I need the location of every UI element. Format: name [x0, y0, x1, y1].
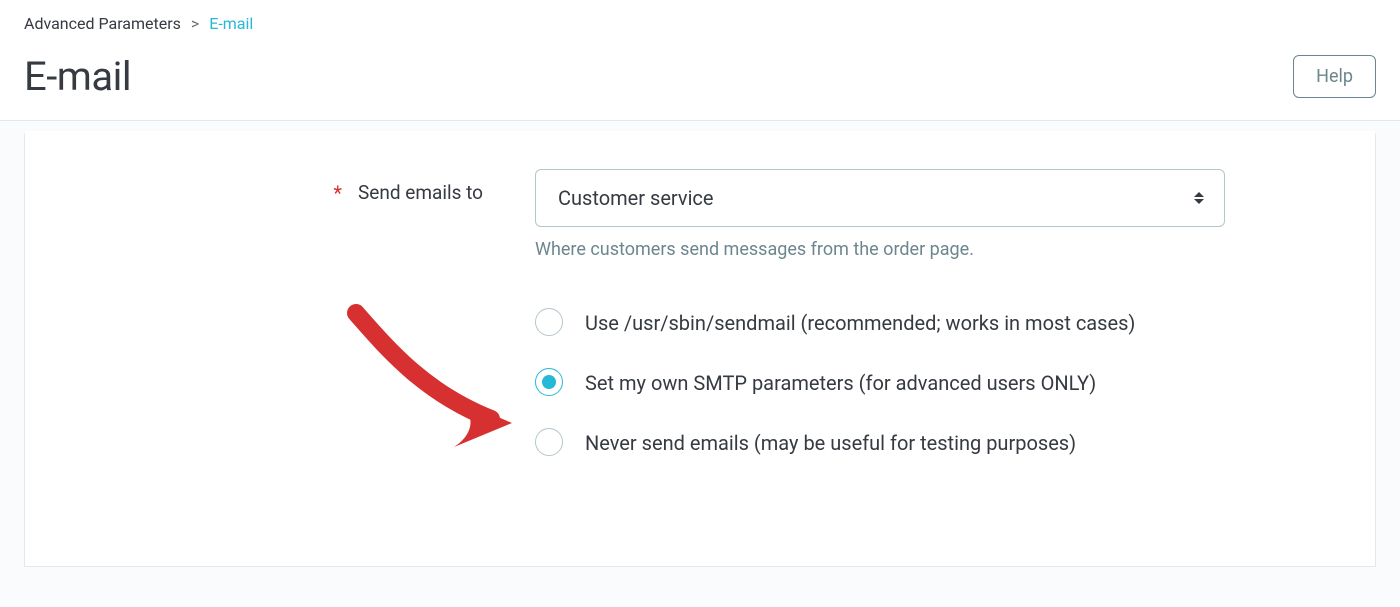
breadcrumb-current: E-mail [209, 14, 253, 33]
radio-icon [535, 428, 563, 456]
label-column: * Send emails to [65, 169, 535, 204]
mail-method-radio-group: Use /usr/sbin/sendmail (recommended; wor… [535, 308, 1235, 488]
page-header: Advanced Parameters > E-mail E-mail Help [0, 0, 1400, 121]
radio-label: Never send emails (may be useful for tes… [585, 428, 1076, 458]
page-title: E-mail [24, 53, 131, 100]
breadcrumb-parent[interactable]: Advanced Parameters [24, 14, 181, 33]
required-asterisk: * [333, 183, 342, 203]
radio-label: Set my own SMTP parameters (for advanced… [585, 368, 1096, 398]
send-emails-row: * Send emails to Customer service Where … [65, 169, 1335, 260]
send-emails-label: Send emails to [358, 181, 483, 204]
select-value: Customer service [558, 186, 714, 210]
breadcrumb-separator: > [191, 14, 199, 33]
mail-method-row: Use /usr/sbin/sendmail (recommended; wor… [65, 308, 1335, 488]
select-caret-icon [1194, 189, 1206, 207]
radio-icon-selected [535, 368, 563, 396]
title-row: E-mail Help [24, 53, 1376, 100]
radio-never[interactable]: Never send emails (may be useful for tes… [535, 428, 1235, 458]
breadcrumb: Advanced Parameters > E-mail [24, 14, 1376, 33]
form-panel: * Send emails to Customer service Where … [24, 131, 1376, 567]
field-column: Customer service Where customers send me… [535, 169, 1225, 260]
radio-icon [535, 308, 563, 336]
content-canvas: * Send emails to Customer service Where … [0, 121, 1400, 607]
radio-smtp[interactable]: Set my own SMTP parameters (for advanced… [535, 368, 1235, 398]
help-button[interactable]: Help [1293, 55, 1376, 98]
send-emails-select[interactable]: Customer service [535, 169, 1225, 227]
label-column-empty [65, 308, 535, 320]
radio-label: Use /usr/sbin/sendmail (recommended; wor… [585, 308, 1135, 338]
radio-sendmail[interactable]: Use /usr/sbin/sendmail (recommended; wor… [535, 308, 1235, 338]
send-emails-hint: Where customers send messages from the o… [535, 239, 1225, 260]
